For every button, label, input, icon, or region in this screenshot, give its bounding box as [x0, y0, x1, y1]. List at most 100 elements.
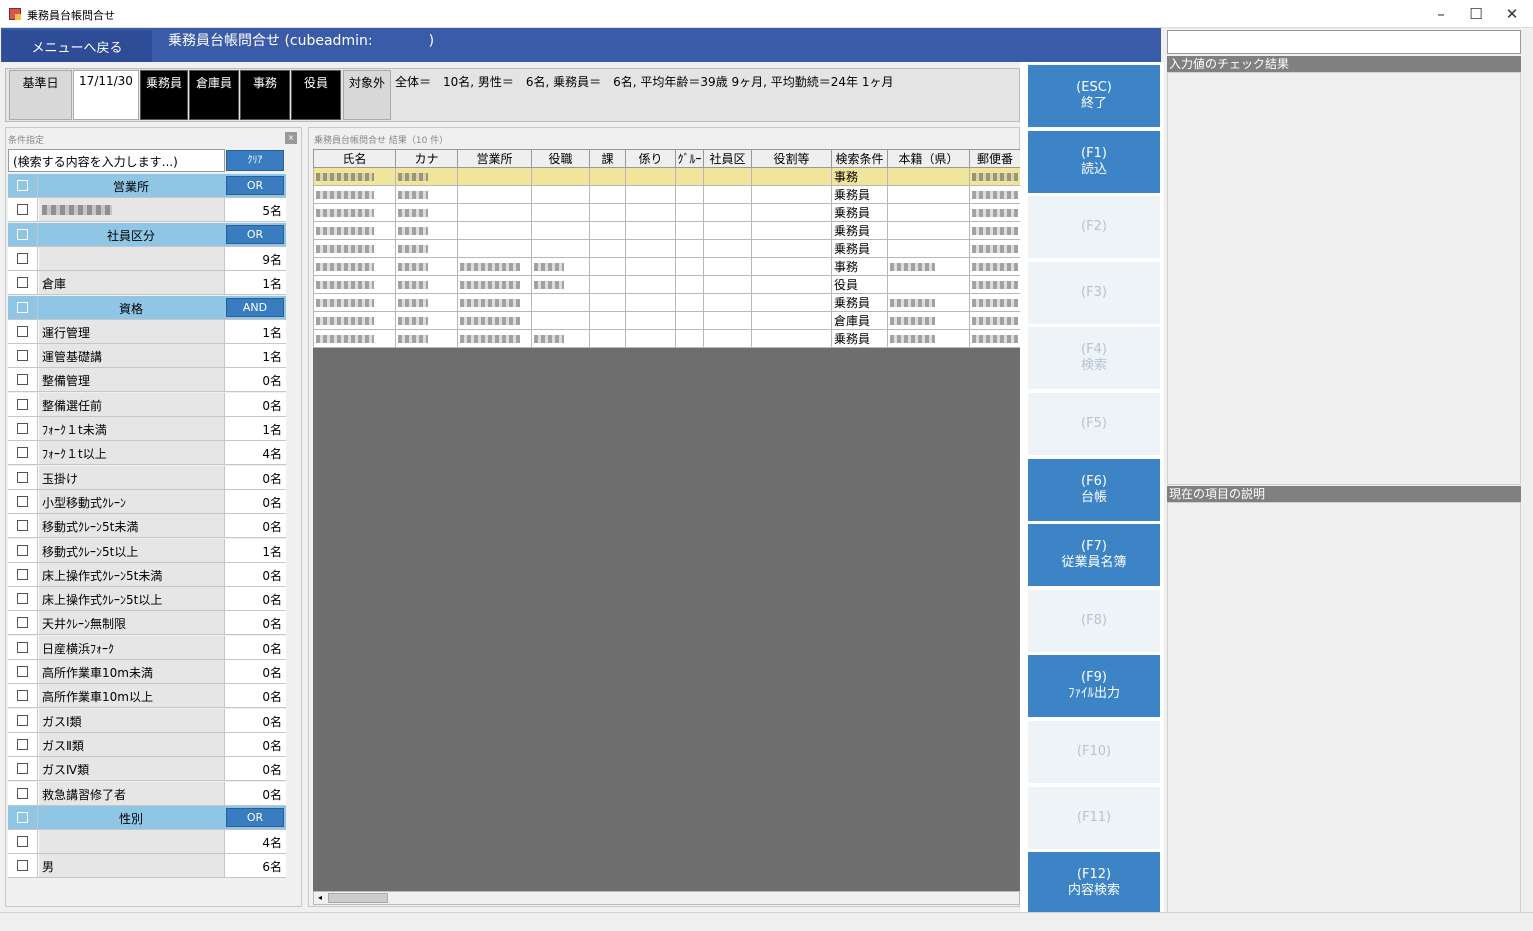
filter-warehouse-button[interactable]: 倉庫員 — [189, 70, 239, 120]
item-checkbox[interactable] — [17, 787, 28, 799]
table-row[interactable]: 乗務員 — [313, 185, 1021, 204]
item-checkbox[interactable] — [17, 738, 28, 750]
filter-item: 運管基礎講 1名 — [8, 344, 286, 369]
item-checkbox[interactable] — [17, 860, 28, 872]
column-header[interactable]: 社員区 — [703, 149, 752, 168]
item-checkbox[interactable] — [17, 641, 28, 653]
table-row[interactable]: 乗務員 — [313, 239, 1021, 258]
item-checkbox[interactable] — [17, 325, 28, 337]
checkbox-cell — [8, 222, 38, 246]
filter-driver-button[interactable]: 乗務員 — [140, 70, 188, 120]
item-checkbox[interactable] — [17, 666, 28, 677]
base-date-field[interactable]: 17/11/30 — [73, 70, 139, 120]
fkey-f9-button[interactable]: (F9) ﾌｧｲﾙ出力 — [1028, 655, 1160, 717]
item-checkbox[interactable] — [17, 350, 28, 362]
column-header[interactable]: カナ — [395, 149, 458, 168]
column-header[interactable]: 営業所 — [457, 149, 532, 168]
column-header[interactable]: 郵便番 — [969, 149, 1021, 168]
table-row[interactable]: 乗務員 — [313, 221, 1021, 240]
column-header[interactable]: ｸﾞﾙｰ — [675, 149, 704, 168]
table-cell — [313, 311, 396, 330]
group-mode-button[interactable]: OR — [226, 176, 284, 195]
fkey-f7-button[interactable]: (F7) 従業員名簿 — [1028, 524, 1160, 586]
group-checkbox[interactable] — [17, 180, 28, 191]
column-header[interactable]: 役割等 — [751, 149, 832, 168]
filter-officer-button[interactable]: 役員 — [291, 70, 341, 120]
item-checkbox[interactable] — [17, 423, 28, 434]
scroll-left-icon[interactable]: ◂ — [315, 893, 325, 903]
item-checkbox[interactable] — [17, 544, 28, 556]
group-checkbox[interactable] — [17, 228, 28, 240]
item-checkbox[interactable] — [17, 471, 28, 483]
fkey-f4-button[interactable]: (F4) 検索 — [1028, 327, 1160, 389]
fkey-f6-button[interactable]: (F6) 台帳 — [1028, 459, 1160, 521]
table-cell — [313, 221, 396, 240]
group-mode-button[interactable]: AND — [226, 297, 284, 317]
item-checkbox[interactable] — [17, 374, 28, 386]
item-checkbox[interactable] — [17, 495, 28, 507]
redacted-text — [460, 299, 520, 307]
table-row[interactable]: 乗務員 — [313, 293, 1021, 312]
column-header[interactable]: 役職 — [531, 149, 590, 168]
minimize-button[interactable]: – — [1424, 4, 1458, 24]
table-cell — [703, 221, 752, 240]
item-checkbox[interactable] — [17, 763, 28, 775]
item-checkbox[interactable] — [17, 398, 28, 410]
fkey-f3-button[interactable]: (F3) — [1028, 262, 1160, 324]
horizontal-scrollbar[interactable] — [313, 891, 1020, 905]
close-button[interactable]: ✕ — [1495, 4, 1529, 24]
scroll-thumb[interactable] — [328, 893, 388, 903]
fkey-f8-button[interactable]: (F8) — [1028, 590, 1160, 652]
fkey-f12-button[interactable]: (F12) 内容検索 — [1028, 852, 1160, 914]
item-checkbox[interactable] — [17, 447, 28, 459]
item-count: 0名 — [262, 763, 282, 778]
filter-office-button[interactable]: 事務 — [240, 70, 290, 120]
filter-panel-close-icon[interactable]: × — [285, 132, 297, 144]
item-checkbox[interactable] — [17, 690, 28, 702]
right-input-field[interactable] — [1167, 30, 1521, 54]
table-row[interactable]: 倉庫員 — [313, 311, 1021, 330]
redacted-text — [398, 281, 428, 289]
item-count: 0名 — [262, 398, 282, 413]
table-row[interactable]: 事務 — [313, 167, 1021, 186]
fkey-f5-button[interactable]: (F5) — [1028, 393, 1160, 455]
group-mode-button[interactable]: OR — [226, 807, 284, 827]
redacted-text — [972, 209, 1018, 217]
item-checkbox[interactable] — [17, 593, 28, 605]
filter-item: ガスⅣ類 0名 — [8, 757, 286, 782]
search-input[interactable]: (検索する内容を入力します...) — [8, 149, 225, 172]
column-header[interactable]: 係り — [625, 149, 676, 168]
maximize-button[interactable]: ☐ — [1459, 4, 1493, 24]
fkey-f2-button[interactable]: (F2) — [1028, 196, 1160, 258]
item-checkbox[interactable] — [17, 252, 28, 264]
group-checkbox[interactable] — [17, 811, 28, 823]
column-header[interactable]: 氏名 — [313, 149, 396, 168]
item-checkbox[interactable] — [17, 836, 28, 848]
item-checkbox[interactable] — [17, 568, 28, 580]
table-row[interactable]: 乗務員 — [313, 203, 1021, 222]
table-cell — [395, 311, 458, 330]
group-mode-button[interactable]: OR — [226, 224, 284, 244]
item-checkbox[interactable] — [17, 617, 28, 629]
item-checkbox[interactable] — [17, 520, 28, 532]
fkey-f10-button[interactable]: (F10) — [1028, 721, 1160, 783]
fkey-f11-button[interactable]: (F11) — [1028, 787, 1160, 849]
clear-button[interactable]: ｸﾘｱ — [226, 150, 284, 171]
filter-excluded-button[interactable]: 対象外 — [343, 70, 391, 120]
group-checkbox[interactable] — [17, 301, 28, 313]
fkey-f1-button[interactable]: (F1) 読込 — [1028, 131, 1160, 193]
item-checkbox[interactable] — [17, 277, 28, 289]
item-checkbox[interactable] — [17, 204, 28, 216]
app-icon — [9, 8, 21, 20]
item-checkbox[interactable] — [17, 714, 28, 726]
column-header[interactable]: 本籍（県） — [887, 149, 970, 168]
redacted-text — [534, 263, 564, 271]
column-header[interactable]: 検索条件 — [831, 149, 888, 168]
table-row[interactable]: 役員 — [313, 275, 1021, 294]
fkey-esc-button[interactable]: (ESC) 終了 — [1028, 65, 1160, 127]
table-row[interactable]: 事務 — [313, 257, 1021, 276]
menu-back-button[interactable]: メニューへ戻る — [2, 30, 152, 62]
table-row[interactable]: 乗務員 — [313, 329, 1021, 348]
checkbox-cell — [8, 295, 38, 319]
column-header[interactable]: 課 — [589, 149, 626, 168]
